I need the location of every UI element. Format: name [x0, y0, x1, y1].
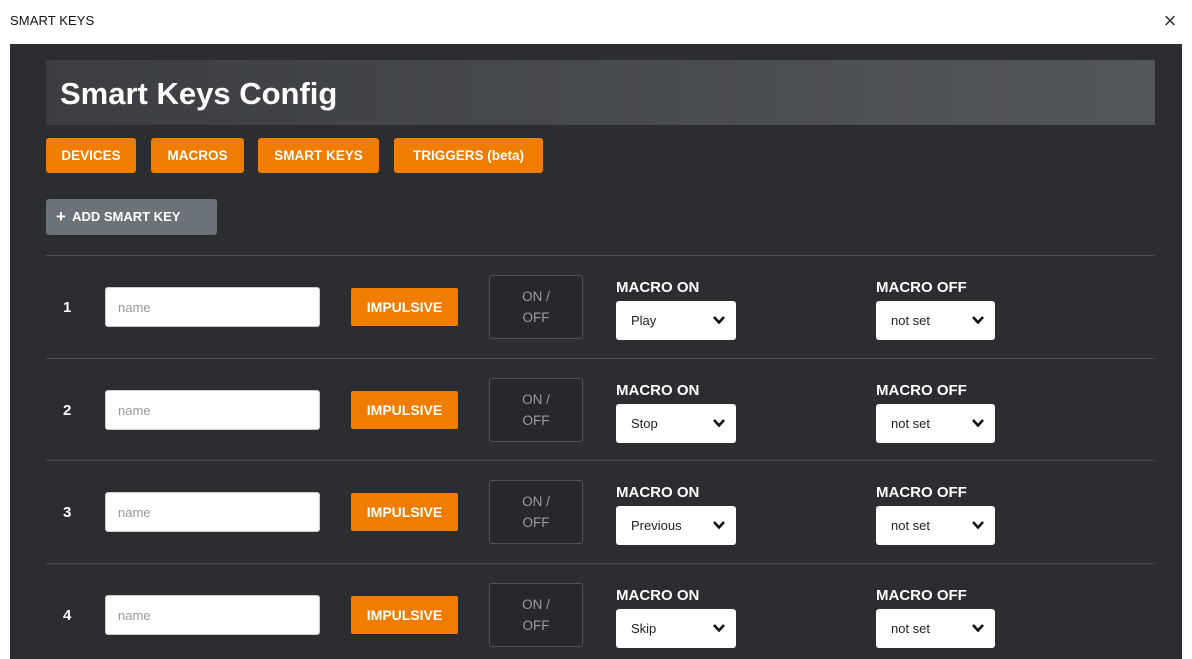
chevron-down-icon [972, 419, 984, 428]
toggle-off-label: OFF [522, 515, 550, 530]
macro-off-select[interactable]: not set [876, 506, 995, 545]
chevron-down-icon [972, 316, 984, 325]
macro-off-select[interactable]: not set [876, 609, 995, 648]
macro-off-select[interactable]: not set [876, 404, 995, 443]
smart-key-row: 1 IMPULSIVE ON / OFF MACRO ON Play MACRO… [46, 255, 1155, 358]
toggle-on-label: ON / [522, 494, 550, 509]
row-number: 4 [63, 607, 72, 624]
macro-on-label: MACRO ON [616, 382, 700, 399]
impulsive-button[interactable]: IMPULSIVE [351, 493, 458, 531]
impulsive-button[interactable]: IMPULSIVE [351, 391, 458, 429]
macro-on-label: MACRO ON [616, 279, 700, 296]
macro-on-value: Play [631, 313, 657, 328]
name-input[interactable] [105, 287, 320, 327]
smart-keys-button[interactable]: SMART KEYS [258, 138, 379, 173]
smart-key-row: 2 IMPULSIVE ON / OFF MACRO ON Stop MACRO… [46, 358, 1155, 461]
chevron-down-icon [972, 624, 984, 633]
on-off-toggle[interactable]: ON / OFF [489, 378, 583, 442]
chevron-down-icon [972, 521, 984, 530]
row-number: 2 [63, 402, 72, 419]
macro-off-label: MACRO OFF [876, 382, 967, 399]
name-input[interactable] [105, 390, 320, 430]
smart-key-row: 3 IMPULSIVE ON / OFF MACRO ON Previous M… [46, 460, 1155, 563]
macro-off-value: not set [891, 518, 931, 533]
macro-off-label: MACRO OFF [876, 484, 967, 501]
macro-on-select[interactable]: Stop [616, 404, 736, 443]
chevron-down-icon [713, 521, 725, 530]
macro-on-value: Stop [631, 416, 658, 431]
close-icon[interactable]: × [1156, 7, 1184, 35]
macro-on-select[interactable]: Play [616, 301, 736, 340]
row-number: 1 [63, 299, 72, 316]
chevron-down-icon [713, 624, 725, 633]
macros-button[interactable]: MACROS [151, 138, 244, 173]
macro-on-value: Previous [631, 518, 682, 533]
row-number: 3 [63, 504, 72, 521]
toggle-on-label: ON / [522, 289, 550, 304]
macro-off-value: not set [891, 416, 931, 431]
toggle-off-label: OFF [522, 413, 550, 428]
name-input[interactable] [105, 492, 320, 532]
macro-on-value: Skip [631, 621, 657, 636]
main-panel: Smart Keys Config DEVICES MACROS SMART K… [10, 44, 1182, 659]
macro-off-value: not set [891, 313, 931, 328]
chevron-down-icon [713, 419, 725, 428]
add-smart-key-label: ADD SMART KEY [72, 209, 181, 224]
macro-on-label: MACRO ON [616, 484, 700, 501]
page-title: Smart Keys Config [60, 76, 338, 111]
macro-off-value: not set [891, 621, 931, 636]
macro-off-label: MACRO OFF [876, 587, 967, 604]
name-input[interactable] [105, 595, 320, 635]
triggers-button[interactable]: TRIGGERS (beta) [394, 138, 543, 173]
macro-on-select[interactable]: Previous [616, 506, 736, 545]
macro-off-select[interactable]: not set [876, 301, 995, 340]
smart-key-row: 4 IMPULSIVE ON / OFF MACRO ON Skip MACRO… [46, 563, 1155, 659]
add-smart-key-button[interactable]: + ADD SMART KEY [46, 199, 217, 235]
window-title: SMART KEYS [10, 13, 95, 28]
macro-on-select[interactable]: Skip [616, 609, 736, 648]
macro-on-label: MACRO ON [616, 587, 700, 604]
on-off-toggle[interactable]: ON / OFF [489, 275, 583, 339]
window-titlebar: SMART KEYS × [0, 0, 1192, 44]
toggle-off-label: OFF [522, 618, 550, 633]
on-off-toggle[interactable]: ON / OFF [489, 583, 583, 647]
page-header: Smart Keys Config [46, 60, 1155, 125]
impulsive-button[interactable]: IMPULSIVE [351, 288, 458, 326]
chevron-down-icon [713, 316, 725, 325]
toggle-on-label: ON / [522, 597, 550, 612]
impulsive-button[interactable]: IMPULSIVE [351, 596, 458, 634]
devices-button[interactable]: DEVICES [46, 138, 136, 173]
toggle-on-label: ON / [522, 392, 550, 407]
toggle-off-label: OFF [522, 310, 550, 325]
plus-icon: + [56, 207, 66, 226]
on-off-toggle[interactable]: ON / OFF [489, 480, 583, 544]
macro-off-label: MACRO OFF [876, 279, 967, 296]
